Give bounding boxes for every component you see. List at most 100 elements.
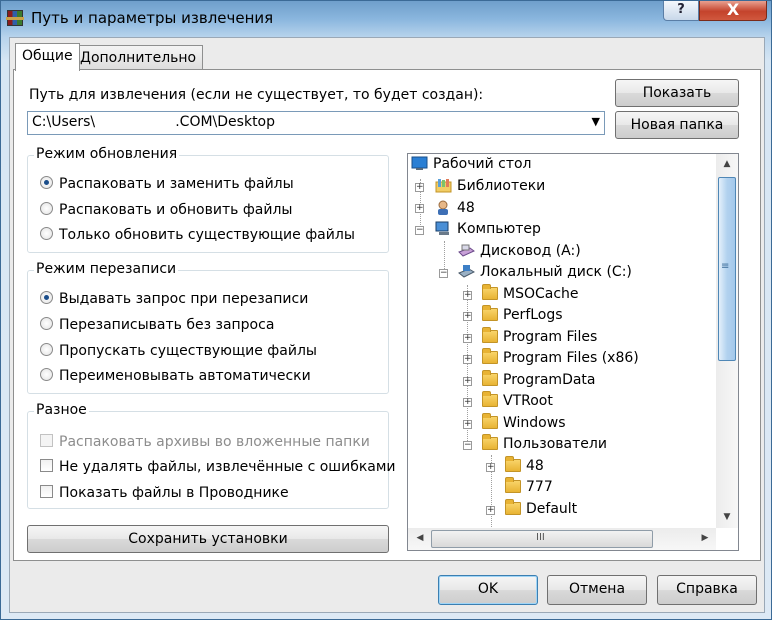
tree-item-program-files[interactable]: Program Files — [482, 327, 598, 345]
radio-skip-existing[interactable]: Пропускать существующие файлы — [40, 343, 317, 359]
desktop-icon — [411, 156, 428, 170]
path-combobox[interactable]: C:\Users\ .COM\Desktop ▼ — [27, 111, 605, 135]
tree-item-label: Локальный диск (C:) — [480, 264, 632, 280]
tree-item-users[interactable]: Пользователи — [482, 434, 607, 452]
winrar-icon — [6, 10, 24, 26]
tree-item-label: PerfLogs — [503, 307, 563, 323]
close-button[interactable]: X — [699, 1, 767, 21]
help-title-button[interactable]: ? — [663, 1, 699, 21]
expand-icon[interactable]: + — [463, 420, 472, 429]
expand-icon[interactable]: + — [463, 355, 472, 364]
checkbox-keep-broken[interactable]: Не удалять файлы, извлечённые с ошибками — [40, 459, 396, 475]
checkbox-icon[interactable] — [40, 459, 53, 472]
collapse-icon[interactable]: − — [463, 441, 472, 450]
folder-icon — [482, 348, 498, 364]
option-label: Пропускать существующие файлы — [59, 343, 317, 359]
tree-item-label: Компьютер — [457, 221, 541, 237]
scroll-grip-icon: III — [536, 532, 545, 543]
user-icon — [438, 200, 448, 215]
checkbox-icon — [40, 434, 53, 447]
tree-item-777[interactable]: 777 — [505, 477, 553, 495]
tab-general[interactable]: Общие — [15, 43, 80, 71]
tree-item-label: Дисковод (A:) — [480, 243, 581, 259]
radio-button-icon[interactable] — [40, 343, 53, 356]
tree-item-label: Пользователи — [503, 436, 607, 452]
tree-item-default[interactable]: Default — [505, 499, 577, 517]
tree-item-user-48[interactable]: 48 — [435, 200, 475, 216]
overwrite-mode-group: Режим перезаписи Выдавать запрос при пер… — [27, 261, 389, 394]
radio-extract-update[interactable]: Распаковать и обновить файлы — [40, 202, 292, 218]
update-mode-title: Режим обновления — [34, 146, 180, 162]
collapse-icon[interactable]: − — [439, 269, 448, 278]
radio-rename-auto[interactable]: Переименовывать автоматически — [40, 368, 311, 384]
checkbox-icon[interactable] — [40, 485, 53, 498]
radio-button-icon[interactable] — [40, 368, 53, 381]
expand-icon[interactable]: + — [463, 312, 472, 321]
expand-icon[interactable]: + — [415, 204, 424, 213]
expand-icon[interactable]: + — [463, 377, 472, 386]
libraries-icon — [435, 179, 452, 193]
folder-icon — [482, 413, 498, 429]
tree-item-user-folder-48[interactable]: 48 — [505, 456, 544, 474]
tree-item-windows[interactable]: Windows — [482, 413, 566, 431]
tree-item-floppy-a[interactable]: Дисковод (A:) — [458, 243, 581, 259]
save-settings-button[interactable]: Сохранить установки — [27, 525, 389, 553]
tree-item-label: Program Files — [503, 329, 598, 345]
option-label: Показать файлы в Проводнике — [59, 485, 289, 501]
new-folder-button[interactable]: Новая папка — [615, 111, 739, 139]
tree-item-label: 777 — [526, 479, 553, 495]
ok-button[interactable]: OK — [438, 575, 538, 605]
help-button[interactable]: Справка — [657, 575, 757, 605]
tree-item-programdata[interactable]: ProgramData — [482, 370, 596, 388]
option-label: Перезаписывать без запроса — [59, 317, 275, 333]
dialog-window: Путь и параметры извлечения ? X Общие До… — [0, 0, 772, 620]
misc-title: Разное — [34, 402, 89, 418]
scroll-right-icon[interactable]: ▶ — [694, 533, 716, 543]
scroll-down-icon[interactable]: ▼ — [716, 512, 738, 522]
title-bar[interactable]: Путь и параметры извлечения ? X — [1, 1, 771, 37]
folder-icon — [482, 327, 498, 343]
expand-icon[interactable]: + — [486, 463, 495, 472]
checkbox-show-in-explorer[interactable]: Показать файлы в Проводнике — [40, 485, 289, 501]
scroll-left-icon[interactable]: ◀ — [409, 533, 431, 543]
tree-item-label: VTRoot — [503, 393, 553, 409]
chevron-down-icon[interactable]: ▼ — [592, 115, 600, 128]
expand-icon[interactable]: + — [463, 398, 472, 407]
collapse-icon[interactable]: − — [415, 226, 424, 235]
show-button[interactable]: Показать — [615, 79, 739, 107]
tree-item-local-disk-c[interactable]: Локальный диск (C:) — [458, 264, 632, 280]
option-label: Распаковать и заменить файлы — [59, 176, 294, 192]
tree-item-libraries[interactable]: Библиотеки — [435, 178, 545, 194]
radio-button-icon[interactable] — [40, 202, 53, 215]
expand-icon[interactable]: + — [486, 506, 495, 515]
option-label: Только обновить существующие файлы — [59, 227, 355, 243]
cancel-button[interactable]: Отмена — [547, 575, 647, 605]
option-label: Не удалять файлы, извлечённые с ошибками — [59, 459, 396, 475]
window-title: Путь и параметры извлечения — [31, 9, 274, 27]
radio-button-icon[interactable] — [40, 317, 53, 330]
radio-button-icon[interactable] — [40, 227, 53, 240]
tree-item-perflogs[interactable]: PerfLogs — [482, 305, 563, 323]
option-label: Распаковать архивы во вложенные папки — [59, 434, 370, 450]
expand-icon[interactable]: + — [463, 334, 472, 343]
radio-overwrite-no-prompt[interactable]: Перезаписывать без запроса — [40, 317, 274, 333]
expand-icon[interactable]: + — [463, 291, 472, 300]
radio-update-existing[interactable]: Только обновить существующие файлы — [40, 227, 355, 243]
tree-item-computer[interactable]: Компьютер — [435, 221, 541, 237]
path-value[interactable]: C:\Users\ .COM\Desktop — [32, 114, 275, 130]
tree-item-label: Windows — [503, 415, 566, 431]
radio-button-icon[interactable] — [40, 176, 53, 189]
tree-item-label: 48 — [526, 458, 544, 474]
tree-item-desktop[interactable]: Рабочий стол — [411, 156, 532, 172]
radio-button-icon[interactable] — [40, 291, 53, 304]
tree-item-label: Рабочий стол — [433, 156, 532, 172]
radio-extract-replace[interactable]: Распаковать и заменить файлы — [40, 176, 294, 192]
tree-item-msocache[interactable]: MSOCache — [482, 284, 579, 302]
tab-advanced[interactable]: Дополнительно — [73, 45, 204, 71]
expand-icon[interactable]: + — [415, 183, 424, 192]
radio-ask-overwrite[interactable]: Выдавать запрос при перезаписи — [40, 291, 308, 307]
checkbox-extract-nested: Распаковать архивы во вложенные папки — [40, 434, 370, 450]
tree-item-program-files-x86[interactable]: Program Files (x86) — [482, 348, 639, 366]
tree-item-vtroot[interactable]: VTRoot — [482, 391, 553, 409]
scroll-up-icon[interactable]: ▲ — [716, 159, 738, 169]
